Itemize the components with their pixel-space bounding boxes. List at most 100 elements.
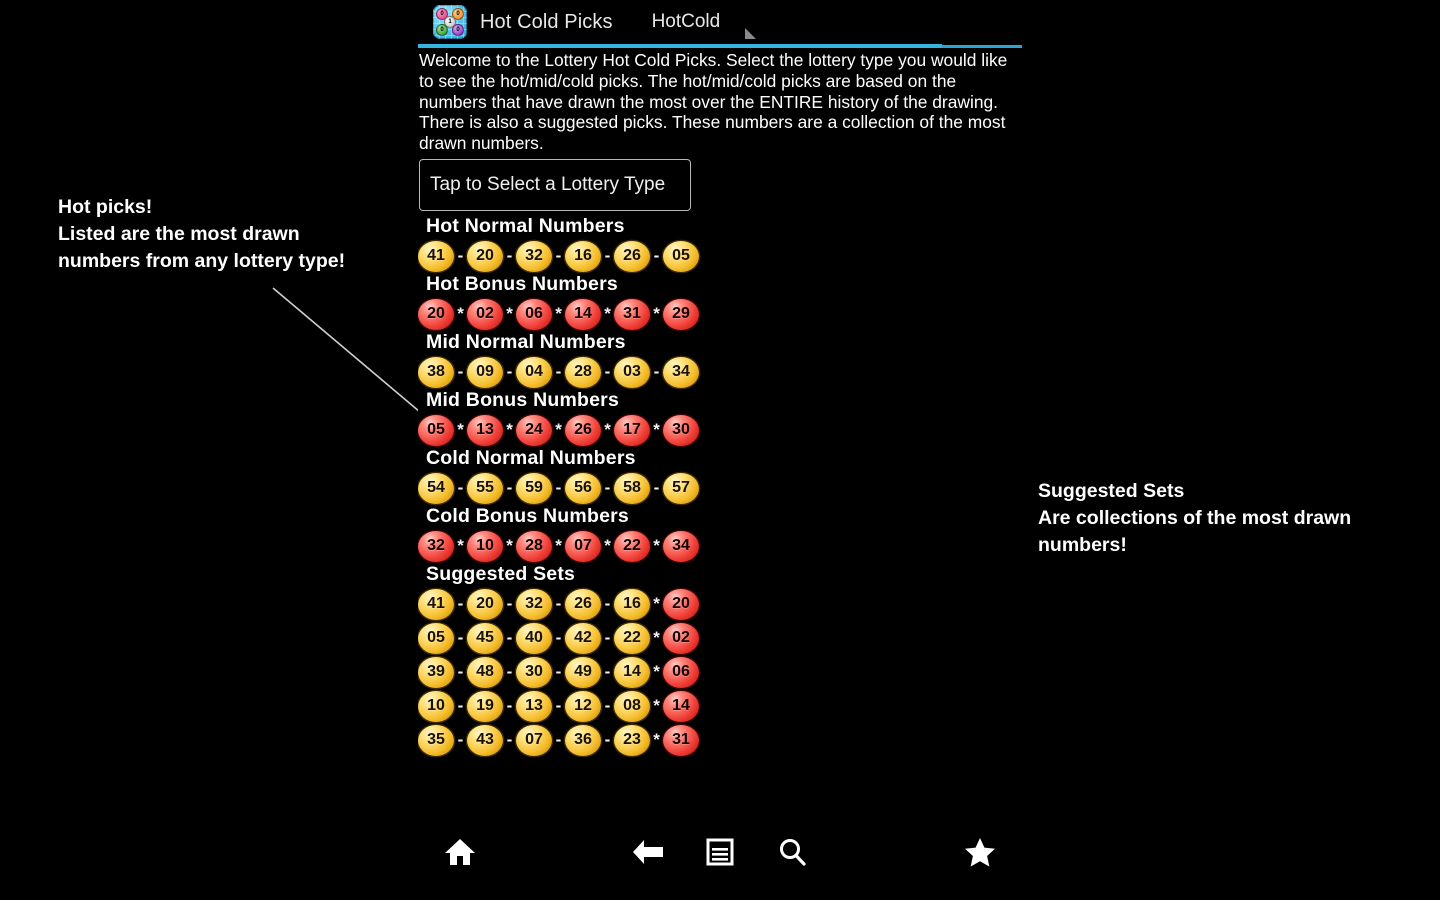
lottery-ball: 09 [467,356,503,388]
welcome-text: Welcome to the Lottery Hot Cold Picks. S… [419,50,1008,154]
lottery-ball: 14 [614,656,650,688]
lottery-ball: 06 [516,298,552,330]
bottom-navigation-bar [418,818,1022,900]
lottery-ball: 07 [516,724,552,756]
lottery-ball: 28 [565,356,601,388]
action-bar: 0 0 1 0 0 Hot Cold Picks HotCold [418,0,1022,44]
ball-row: 41-20-32-16-26-05 [418,239,1022,273]
lottery-ball: 26 [565,588,601,620]
lottery-ball: 31 [614,298,650,330]
annotation-suggested-sets: Suggested Sets Are collections of the mo… [1038,480,1352,556]
lottery-ball: 10 [467,530,503,562]
ball-separator: * [506,536,513,555]
ball-separator: - [457,730,464,749]
lottery-ball: 41 [418,240,454,272]
ball-separator: - [555,362,562,381]
lottery-ball: 22 [614,622,650,654]
lottery-ball: 29 [663,298,699,330]
accent-divider [418,44,1022,48]
annotation-hot-picks: Hot picks! Listed are the most drawn num… [58,196,346,272]
lottery-balls-app-icon: 0 0 1 0 0 [433,5,467,39]
ball-separator: - [457,478,464,497]
ball-separator: - [604,696,611,715]
ball-separator: * [506,304,513,323]
app-subtitle: HotCold [651,11,721,32]
ball-separator: * [653,628,660,647]
lottery-ball: 32 [418,530,454,562]
picks-section: Hot Normal Numbers 41-20-32-16-26-05 [418,215,1022,273]
suggested-sets-block: Suggested Sets 41-20-32-26-16 * 20 05-45-40… [418,563,1022,757]
lottery-ball: 40 [516,622,552,654]
ball-separator: - [457,662,464,681]
ball-row: 20 * 02 * 06 * 14 * 31 * 29 [418,297,1022,331]
ball-separator: - [604,628,611,647]
lottery-ball: 04 [516,356,552,388]
overflow-menu-icon[interactable] [745,28,756,39]
lottery-ball: 26 [565,414,601,446]
app-title: Hot Cold Picks [480,10,613,33]
lottery-ball: 54 [418,472,454,504]
lottery-ball: 59 [516,472,552,504]
ball-separator: - [653,246,660,265]
ball-separator: * [653,594,660,613]
section-heading: Mid Normal Numbers [426,331,626,353]
menu-icon[interactable] [698,830,742,874]
lottery-ball: 07 [565,530,601,562]
ball-separator: * [457,304,464,323]
lottery-ball: 34 [663,530,699,562]
lottery-ball: 17 [614,414,650,446]
lottery-ball: 02 [467,298,503,330]
back-icon[interactable] [626,830,670,874]
ball-separator: * [604,420,611,439]
lottery-ball: 12 [565,690,601,722]
star-icon[interactable] [958,830,1002,874]
lottery-ball: 05 [418,414,454,446]
lottery-ball: 34 [663,356,699,388]
lottery-ball: 57 [663,472,699,504]
lottery-ball: 08 [614,690,650,722]
ball-separator: - [604,362,611,381]
lottery-ball: 20 [467,240,503,272]
ball-separator: * [653,536,660,555]
lottery-ball: 19 [467,690,503,722]
picks-section: Mid Bonus Numbers 05 * 13 * 24 * 26 * 17 * 30 [418,389,1022,447]
ball-separator: - [555,246,562,265]
ball-separator: * [653,304,660,323]
ball-separator: * [653,696,660,715]
search-icon[interactable] [770,830,814,874]
ball-separator: * [457,536,464,555]
ball-separator: - [555,478,562,497]
suggested-set-row: 05-45-40-42-22 * 02 [418,621,1022,655]
lottery-ball: 49 [565,656,601,688]
ball-separator: - [604,594,611,613]
lottery-ball: 20 [467,588,503,620]
ball-separator: - [555,594,562,613]
ball-separator: - [604,730,611,749]
lottery-ball: 06 [663,656,699,688]
ball-row: 38-09-04-28-03-34 [418,355,1022,389]
suggested-set-row: 35-43-07-36-23 * 31 [418,723,1022,757]
section-heading: Hot Bonus Numbers [426,273,618,295]
lottery-ball: 45 [467,622,503,654]
screen-root: Hot picks! Listed are the most drawn num… [0,0,1440,900]
picks-list[interactable]: Hot Normal Numbers 41-20-32-16-26-05 Hot B… [418,215,1022,818]
lottery-ball: 16 [565,240,601,272]
section-heading: Cold Normal Numbers [426,447,636,469]
lottery-ball: 13 [516,690,552,722]
lottery-ball: 35 [418,724,454,756]
lottery-ball: 26 [614,240,650,272]
picks-section: Cold Bonus Numbers 32 * 10 * 28 * 07 * 22 * 34 [418,505,1022,563]
ball-separator: * [555,304,562,323]
lottery-ball: 05 [418,622,454,654]
lottery-ball: 24 [516,414,552,446]
home-icon[interactable] [438,830,482,874]
ball-separator: - [506,478,513,497]
ball-separator: - [604,662,611,681]
lottery-ball: 32 [516,240,552,272]
select-lottery-type-button[interactable]: Tap to Select a Lottery Type [419,159,691,211]
lottery-ball: 32 [516,588,552,620]
ball-separator: - [506,662,513,681]
ball-separator: - [555,662,562,681]
lottery-ball: 36 [565,724,601,756]
ball-separator: * [604,536,611,555]
